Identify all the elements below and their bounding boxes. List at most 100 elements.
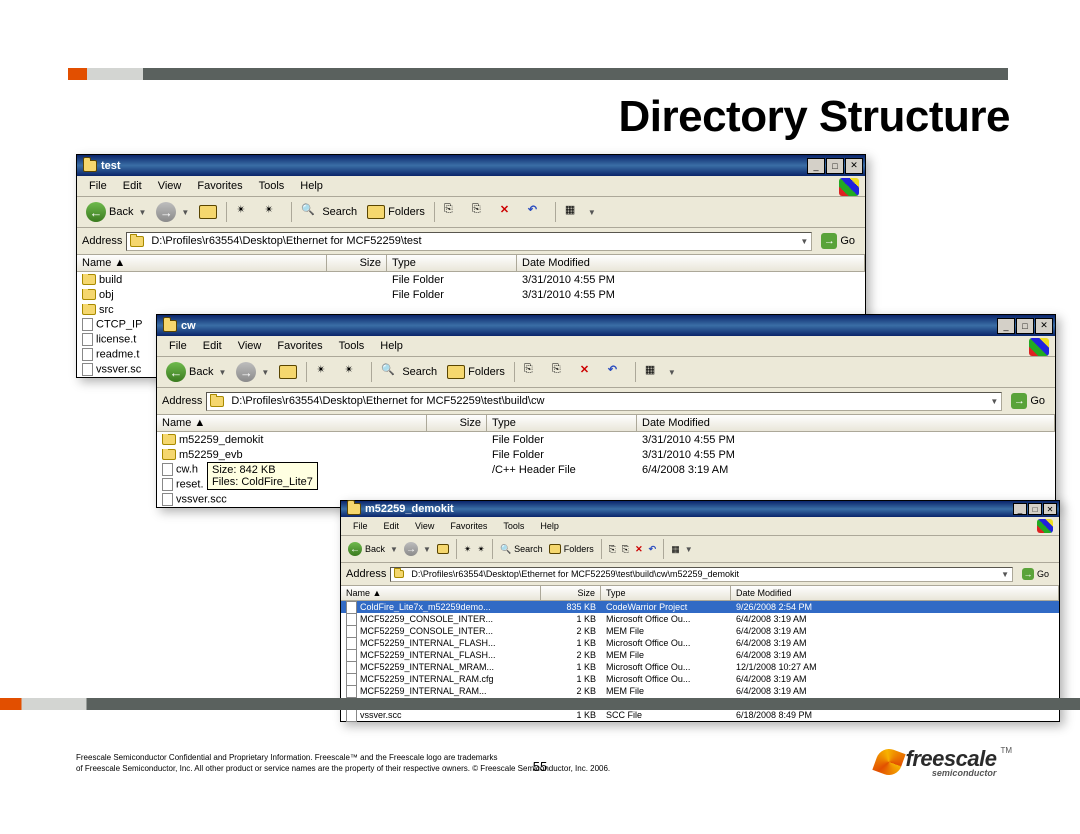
toolbar-icon-1[interactable]: ✴ [462,543,474,556]
col-type[interactable]: Type [487,415,637,431]
col-date[interactable]: Date Modified [731,586,1059,600]
toolbar-icon-3[interactable]: ⎘ [440,201,466,223]
menu-help[interactable]: Help [532,519,567,533]
toolbar-icon-3[interactable]: ⎘ [607,543,618,556]
address-input[interactable]: D:\Profiles\r63554\Desktop\Ethernet for … [206,392,1002,411]
up-button[interactable] [435,543,451,555]
minimize-button[interactable]: _ [997,318,1015,334]
forward-button[interactable]: →▼ [152,200,193,224]
back-button[interactable]: ←Back▼ [346,541,400,557]
menu-tools[interactable]: Tools [495,519,532,533]
col-size[interactable]: Size [327,255,387,271]
toolbar-icon-4[interactable]: ⎘ [468,201,494,223]
toolbar-icon-1[interactable]: ✴ [312,361,338,383]
views-button[interactable]: ▦▼ [561,201,600,223]
file-row[interactable]: MCF52259_INTERNAL_FLASH...2 KBMEM File6/… [341,649,1059,661]
maximize-button[interactable]: □ [826,158,844,174]
col-name[interactable]: Name ▲ [341,586,541,600]
address-path: D:\Profiles\r63554\Desktop\Ethernet for … [231,395,544,407]
close-button[interactable]: ✕ [845,158,863,174]
delete-button[interactable]: ✕ [576,361,602,383]
file-row[interactable]: MCF52259_INTERNAL_FLASH...1 KBMicrosoft … [341,637,1059,649]
menu-edit[interactable]: Edit [195,338,230,354]
col-date[interactable]: Date Modified [637,415,1055,431]
menu-help[interactable]: Help [292,178,331,194]
back-button[interactable]: ←Back▼ [162,360,230,384]
views-button[interactable]: ▦▼ [641,361,680,383]
toolbar-icon-4[interactable]: ⎘ [620,543,631,556]
forward-button[interactable]: →▼ [402,541,433,557]
file-row[interactable]: m52259_demokitFile Folder3/31/2010 4:55 … [157,432,1055,447]
undo-button[interactable]: ↶ [604,361,630,383]
col-name[interactable]: Name ▲ [77,255,327,271]
col-date[interactable]: Date Modified [517,255,865,271]
menu-view[interactable]: View [150,178,190,194]
file-row[interactable]: ColdFire_Lite7x_m52259demo...835 KBCodeW… [341,601,1059,613]
menu-favorites[interactable]: Favorites [189,178,250,194]
go-button[interactable]: →Go [816,231,860,251]
toolbar-icon-2[interactable]: ✴ [260,201,286,223]
menu-file[interactable]: File [345,519,376,533]
folders-button[interactable]: Folders [547,543,596,555]
col-size[interactable]: Size [541,586,601,600]
menu-file[interactable]: File [81,178,115,194]
menu-favorites[interactable]: Favorites [442,519,495,533]
toolbar-icon-4[interactable]: ⎘ [548,361,574,383]
toolbar-icon-3[interactable]: ⎘ [520,361,546,383]
file-row[interactable]: objFile Folder3/31/2010 4:55 PM [77,287,865,302]
menu-tools[interactable]: Tools [251,178,293,194]
address-input[interactable]: D:\Profiles\r63554\Desktop\Ethernet for … [126,232,812,251]
views-button[interactable]: ▦▼ [669,543,694,556]
menu-tools[interactable]: Tools [331,338,373,354]
file-row[interactable]: vssver.scc1 KBSCC File6/18/2008 8:49 PM [341,709,1059,721]
go-button[interactable]: →Go [1006,391,1050,411]
forward-button[interactable]: →▼ [232,360,273,384]
search-button[interactable]: 🔍Search [377,361,441,383]
col-size[interactable]: Size [427,415,487,431]
toolbar-icon-2[interactable]: ✴ [340,361,366,383]
titlebar[interactable]: m52259_demokit _ □ ✕ [341,501,1059,517]
menu-view[interactable]: View [407,519,442,533]
menu-help[interactable]: Help [372,338,411,354]
folders-button[interactable]: Folders [363,203,429,221]
close-button[interactable]: ✕ [1035,318,1053,334]
up-button[interactable] [275,363,301,381]
menu-favorites[interactable]: Favorites [269,338,330,354]
titlebar[interactable]: cw _ □ ✕ [157,315,1055,336]
col-type[interactable]: Type [601,586,731,600]
maximize-button[interactable]: □ [1028,503,1042,515]
menu-file[interactable]: File [161,338,195,354]
search-button[interactable]: 🔍Search [297,201,361,223]
col-name[interactable]: Name ▲ [157,415,427,431]
up-button[interactable] [195,203,221,221]
file-row[interactable]: MCF52259_CONSOLE_INTER...2 KBMEM File6/4… [341,625,1059,637]
menu-edit[interactable]: Edit [115,178,150,194]
folders-button[interactable]: Folders [443,363,509,381]
address-input[interactable]: D:\Profiles\r63554\Desktop\Ethernet for … [390,567,1013,582]
file-row[interactable]: MCF52259_INTERNAL_MRAM...1 KBMicrosoft O… [341,661,1059,673]
close-button[interactable]: ✕ [1043,503,1057,515]
col-type[interactable]: Type [387,255,517,271]
file-row[interactable]: MCF52259_CONSOLE_INTER...1 KBMicrosoft O… [341,613,1059,625]
undo-button[interactable]: ↶ [524,201,550,223]
minimize-button[interactable]: _ [1013,503,1027,515]
file-row[interactable]: buildFile Folder3/31/2010 4:55 PM [77,272,865,287]
minimize-button[interactable]: _ [807,158,825,174]
menu-view[interactable]: View [230,338,270,354]
undo-button[interactable]: ↶ [647,543,659,556]
menu-edit[interactable]: Edit [376,519,408,533]
file-row[interactable]: MCF52259_INTERNAL_RAM...2 KBMEM File6/4/… [341,685,1059,697]
logo-sub: semiconductor [932,768,997,778]
file-row[interactable]: m52259_evbFile Folder3/31/2010 4:55 PM [157,447,1055,462]
file-row[interactable]: MCF52259_INTERNAL_RAM.cfg1 KBMicrosoft O… [341,673,1059,685]
delete-button[interactable]: ✕ [633,543,645,556]
toolbar-icon-2[interactable]: ✴ [475,543,487,556]
back-button[interactable]: ←Back▼ [82,200,150,224]
toolbar-icon-1[interactable]: ✴ [232,201,258,223]
maximize-button[interactable]: □ [1016,318,1034,334]
search-button[interactable]: 🔍Search [498,543,545,556]
delete-button[interactable]: ✕ [496,201,522,223]
titlebar[interactable]: test _ □ ✕ [77,155,865,176]
address-bar: Address D:\Profiles\r63554\Desktop\Ether… [77,228,865,255]
go-button[interactable]: →Go [1017,566,1054,582]
